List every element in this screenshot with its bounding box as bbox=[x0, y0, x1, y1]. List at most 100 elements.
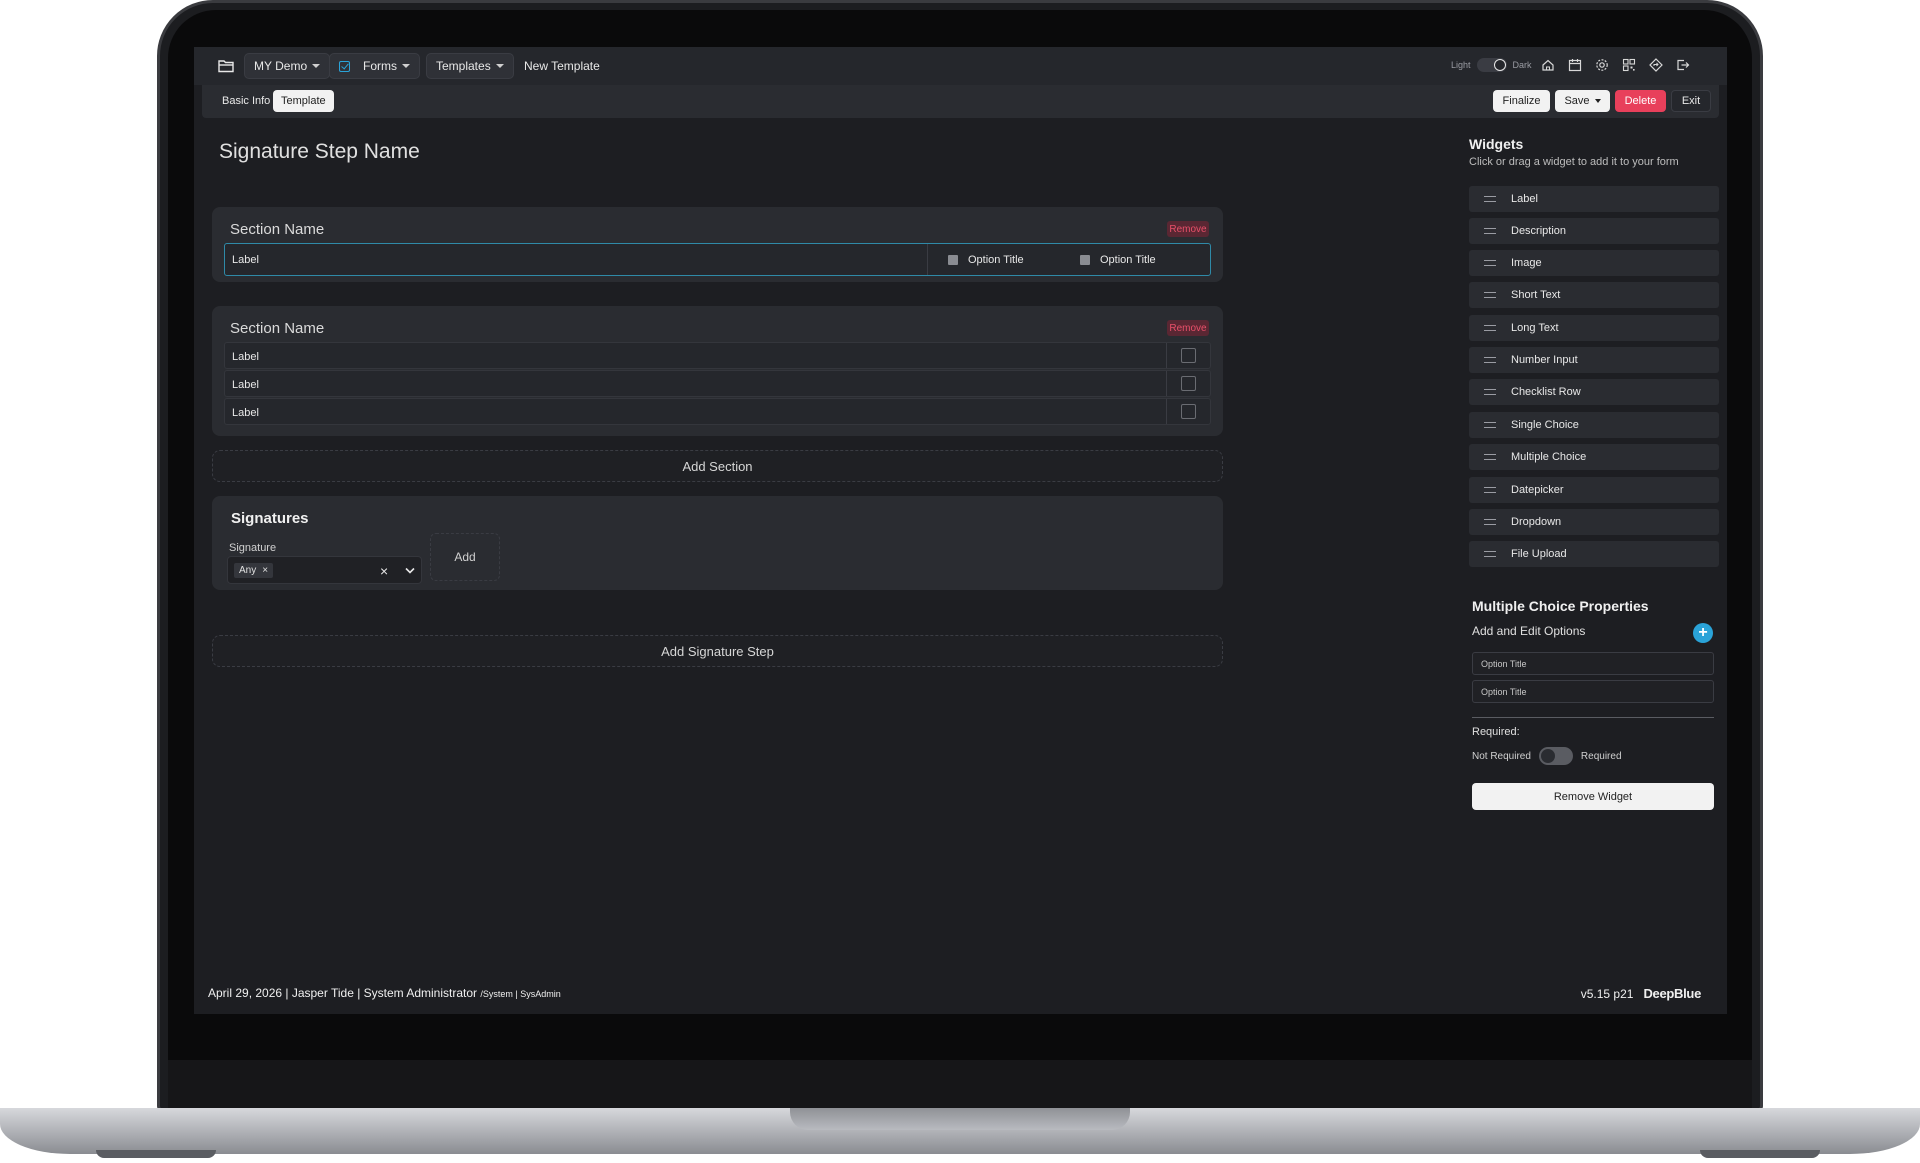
required-switch[interactable] bbox=[1538, 747, 1573, 765]
theme-switch[interactable] bbox=[1476, 58, 1507, 72]
chevron-down-icon[interactable] bbox=[404, 563, 416, 575]
add-section-button[interactable]: Add Section bbox=[212, 450, 1223, 482]
widget-name: Multiple Choice bbox=[1511, 451, 1587, 463]
signatures-card: Signatures Signature Any × × Add bbox=[212, 496, 1223, 590]
finalize-button[interactable]: Finalize bbox=[1493, 90, 1550, 112]
widget-long-text[interactable]: Long Text bbox=[1469, 315, 1719, 341]
widget-name: Checklist Row bbox=[1511, 386, 1581, 398]
section-name[interactable]: Section Name bbox=[230, 320, 324, 337]
drag-handle-icon bbox=[1484, 357, 1496, 363]
remove-section-button[interactable]: Remove bbox=[1167, 221, 1209, 237]
logout-icon[interactable] bbox=[1676, 58, 1690, 72]
widget-name: Single Choice bbox=[1511, 419, 1579, 431]
drag-handle-icon bbox=[1484, 454, 1496, 460]
org-dropdown[interactable]: MY Demo bbox=[244, 53, 331, 79]
gear-icon[interactable] bbox=[1595, 58, 1609, 72]
forms-dropdown-label: Forms bbox=[363, 59, 397, 73]
theme-toggle[interactable]: Light Dark bbox=[1451, 58, 1532, 72]
widget-name: Number Input bbox=[1511, 354, 1578, 366]
chip-remove-icon[interactable]: × bbox=[262, 565, 268, 576]
signature-select[interactable]: Any × × bbox=[227, 556, 422, 584]
top-navbar: MY Demo Forms Templates New Template Lig… bbox=[194, 47, 1727, 85]
remove-section-button[interactable]: Remove bbox=[1167, 320, 1209, 336]
widget-dropdown[interactable]: Dropdown bbox=[1469, 509, 1719, 535]
multiple-choice-field[interactable]: Label Option Title Option Title bbox=[224, 243, 1211, 276]
forms-dropdown[interactable]: Forms bbox=[329, 53, 420, 79]
drag-handle-icon bbox=[1484, 196, 1496, 202]
add-signature-step-button[interactable]: Add Signature Step bbox=[212, 635, 1223, 667]
drag-handle-icon bbox=[1484, 487, 1496, 493]
widget-short-text[interactable]: Short Text bbox=[1469, 282, 1719, 308]
widget-label[interactable]: Label bbox=[1469, 186, 1719, 212]
templates-dropdown[interactable]: Templates bbox=[426, 53, 514, 79]
required-toggle-row: Not Required Required bbox=[1472, 747, 1622, 765]
laptop-foot-left bbox=[96, 1150, 216, 1158]
widget-checklist-row[interactable]: Checklist Row bbox=[1469, 379, 1719, 405]
drag-handle-icon bbox=[1484, 228, 1496, 234]
widget-single-choice[interactable]: Single Choice bbox=[1469, 412, 1719, 438]
version-text: v5.15 p21 bbox=[1580, 987, 1634, 1001]
home-icon[interactable] bbox=[1541, 58, 1555, 72]
row-label: Label bbox=[232, 407, 259, 419]
widget-number-input[interactable]: Number Input bbox=[1469, 347, 1719, 373]
save-button-label: Save bbox=[1564, 95, 1590, 107]
calendar-icon[interactable] bbox=[1568, 58, 1582, 72]
section-card-2[interactable]: Section Name Remove Label Label Label bbox=[212, 306, 1223, 436]
exit-button[interactable]: Exit bbox=[1671, 90, 1711, 112]
app-screen: MY Demo Forms Templates New Template Lig… bbox=[194, 47, 1727, 1014]
remove-widget-button[interactable]: Remove Widget bbox=[1472, 783, 1714, 810]
section-name[interactable]: Section Name bbox=[230, 221, 324, 238]
widget-datepicker[interactable]: Datepicker bbox=[1469, 477, 1719, 503]
checkbox[interactable] bbox=[1181, 404, 1196, 419]
folder-menu-icon[interactable] bbox=[218, 59, 234, 73]
widgets-subtitle: Click or drag a widget to add it to your… bbox=[1469, 156, 1679, 168]
checklist-row[interactable]: Label bbox=[224, 370, 1211, 397]
clear-icon[interactable]: × bbox=[380, 563, 388, 579]
add-option-button[interactable]: + bbox=[1693, 623, 1713, 643]
section-card-1[interactable]: Section Name Remove Label Option Title O… bbox=[212, 207, 1223, 282]
options-area: Option Title Option Title bbox=[927, 244, 1211, 275]
widget-image[interactable]: Image bbox=[1469, 250, 1719, 276]
editor-toolbar: Basic Info Template Finalize Save Delete… bbox=[202, 85, 1719, 118]
caret-down-icon bbox=[495, 64, 504, 68]
checkbox[interactable] bbox=[1181, 348, 1196, 363]
checklist-row[interactable]: Label bbox=[224, 398, 1211, 425]
widget-name: File Upload bbox=[1511, 548, 1567, 560]
new-template-link[interactable]: New Template bbox=[524, 59, 600, 73]
caret-down-icon bbox=[1594, 99, 1601, 103]
laptop-chin bbox=[168, 1060, 1752, 1108]
option-item[interactable]: Option Title bbox=[948, 254, 1024, 266]
widget-description[interactable]: Description bbox=[1469, 218, 1719, 244]
footer-version: v5.15 p21 DeepBlue bbox=[1580, 986, 1702, 1001]
org-dropdown-label: MY Demo bbox=[254, 59, 308, 73]
option-input[interactable]: Option Title bbox=[1472, 652, 1714, 675]
required-label: Required bbox=[1580, 750, 1622, 762]
signature-label: Signature bbox=[229, 542, 277, 554]
add-signature-button[interactable]: Add bbox=[430, 533, 500, 581]
qr-code-icon[interactable] bbox=[1622, 58, 1636, 72]
directions-icon[interactable] bbox=[1649, 58, 1663, 72]
chip-label: Any bbox=[239, 565, 257, 576]
laptop-foot-right bbox=[1700, 1150, 1820, 1158]
widget-multiple-choice[interactable]: Multiple Choice bbox=[1469, 444, 1719, 470]
widget-file-upload[interactable]: File Upload bbox=[1469, 541, 1719, 567]
field-label: Label bbox=[232, 254, 259, 266]
widget-name: Long Text bbox=[1511, 322, 1559, 334]
widget-name: Image bbox=[1511, 257, 1542, 269]
checklist-row[interactable]: Label bbox=[224, 342, 1211, 369]
caret-down-icon bbox=[312, 64, 321, 68]
tab-basic-info[interactable]: Basic Info bbox=[214, 90, 278, 112]
checkbox[interactable] bbox=[1181, 376, 1196, 391]
option-item[interactable]: Option Title bbox=[1080, 254, 1156, 266]
checkbox-cell bbox=[1166, 343, 1210, 368]
step-title[interactable]: Signature Step Name bbox=[219, 140, 420, 164]
checkbox-icon bbox=[948, 255, 958, 265]
widget-name: Datepicker bbox=[1511, 484, 1564, 496]
required-title: Required: bbox=[1472, 726, 1520, 738]
tab-template[interactable]: Template bbox=[273, 90, 334, 112]
drag-handle-icon bbox=[1484, 389, 1496, 395]
save-dropdown-button[interactable]: Save bbox=[1555, 90, 1610, 112]
option-input[interactable]: Option Title bbox=[1472, 680, 1714, 703]
drag-handle-icon bbox=[1484, 422, 1496, 428]
delete-button[interactable]: Delete bbox=[1615, 90, 1666, 112]
